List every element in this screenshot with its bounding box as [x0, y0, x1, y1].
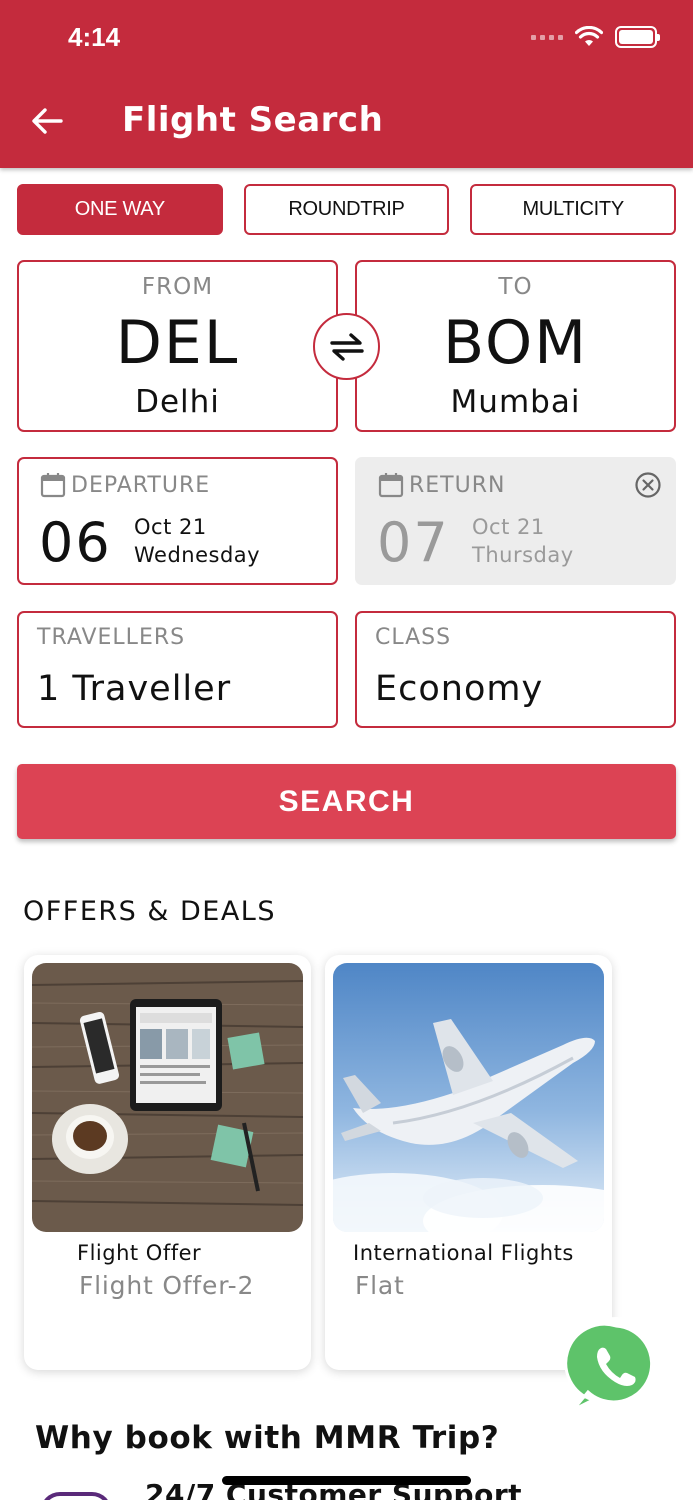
swap-cities-button[interactable]: [313, 313, 380, 380]
class-label: CLASS: [375, 625, 452, 650]
departure-day: 06: [39, 511, 112, 574]
swap-icon: [329, 332, 364, 361]
departure-weekday: Wednesday: [134, 543, 261, 567]
offer-card[interactable]: International Flights Flat: [325, 955, 612, 1370]
return-month: Oct 21: [472, 515, 545, 539]
signal-icon: [531, 34, 563, 40]
departure-date-selector[interactable]: DEPARTURE 06 Oct 21 Wednesday: [17, 457, 338, 585]
return-day: 07: [377, 511, 450, 574]
to-city-selector[interactable]: TO BOM Mumbai: [355, 260, 676, 432]
departure-label: DEPARTURE: [71, 472, 211, 498]
whatsapp-icon[interactable]: [565, 1316, 667, 1418]
from-code: DEL: [115, 308, 240, 378]
offer-card[interactable]: Flight Offer Flight Offer-2: [24, 955, 311, 1370]
from-city: Delhi: [135, 384, 220, 420]
return-label: RETURN: [409, 472, 506, 498]
offers-section-title: OFFERS & DEALS: [23, 896, 276, 927]
offer-subtitle: Flight Offer-2: [79, 1271, 255, 1300]
departure-header: DEPARTURE: [39, 471, 210, 499]
back-arrow-icon: [32, 108, 63, 134]
page-title: Flight Search: [122, 100, 384, 140]
class-selector[interactable]: CLASS Economy: [355, 611, 676, 728]
calendar-icon: [40, 473, 66, 498]
status-icons: [531, 26, 660, 48]
tab-one-way[interactable]: ONE WAY: [17, 184, 223, 235]
why-book-title: Why book with MMR Trip?: [35, 1420, 500, 1456]
support-icon: [40, 1492, 112, 1500]
wifi-icon: [575, 26, 603, 46]
battery-icon: [615, 26, 660, 48]
tab-multicity[interactable]: MULTICITY: [470, 184, 677, 235]
to-code: BOM: [442, 308, 589, 378]
status-time: 4:14: [68, 22, 121, 52]
from-label: FROM: [141, 274, 214, 300]
travellers-selector[interactable]: TRAVELLERS 1 Traveller: [17, 611, 338, 728]
clear-icon[interactable]: [634, 471, 662, 499]
return-date-selector[interactable]: RETURN 07 Oct 21 Thursday: [355, 457, 676, 585]
app-header: 4:14 Flight Search: [0, 0, 693, 168]
offer-title: International Flights: [353, 1241, 574, 1265]
trip-type-tabs: ONE WAY ROUNDTRIP MULTICITY: [17, 184, 677, 235]
tab-roundtrip[interactable]: ROUNDTRIP: [243, 184, 450, 235]
offer-title: Flight Offer: [77, 1241, 202, 1265]
from-city-selector[interactable]: FROM DEL Delhi: [17, 260, 338, 432]
offer-subtitle: Flat: [355, 1271, 405, 1300]
to-label: TO: [498, 274, 533, 300]
calendar-icon: [378, 473, 404, 498]
travellers-value: 1 Traveller: [37, 669, 232, 709]
class-value: Economy: [375, 669, 544, 709]
return-weekday: Thursday: [472, 543, 574, 567]
back-button[interactable]: [28, 102, 66, 140]
offer-image: [333, 963, 604, 1232]
travellers-label: TRAVELLERS: [37, 625, 186, 650]
offer-image: [32, 963, 303, 1232]
departure-month: Oct 21: [134, 515, 207, 539]
return-header: RETURN: [377, 471, 505, 499]
home-indicator[interactable]: [222, 1476, 471, 1485]
to-city: Mumbai: [450, 384, 581, 420]
search-button[interactable]: SEARCH: [17, 764, 676, 839]
